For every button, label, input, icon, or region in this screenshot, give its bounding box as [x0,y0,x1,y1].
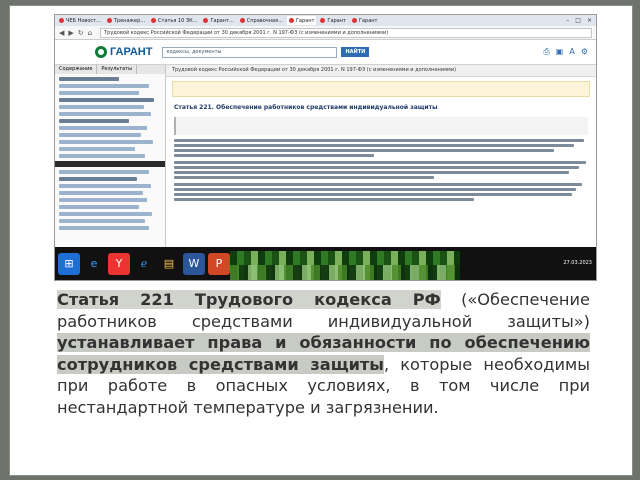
word-icon[interactable]: W [183,252,205,275]
toc-item[interactable] [59,119,129,123]
toc-item[interactable] [59,112,151,116]
garant-logo-icon [95,46,107,58]
taskbar-clock: 27.03.2023 [563,260,596,267]
info-box [172,81,590,97]
toc-item[interactable] [59,140,153,144]
toc-item[interactable] [59,198,147,202]
tab-results[interactable]: Результаты [97,65,138,74]
toc-item[interactable] [59,98,154,102]
document-header: Трудовой кодекс Российской Федерации от … [166,65,596,77]
garant-logo[interactable]: ГАРАНТ [95,46,152,58]
toc-item[interactable] [59,77,119,81]
toc-item[interactable] [59,205,139,209]
browser-tab[interactable]: ЧЕБ Новост... [57,16,103,25]
yandex-icon[interactable]: Y [108,252,130,275]
favicon-icon [106,18,112,23]
browser-tab[interactable]: Тренажер... [105,16,147,25]
back-icon[interactable]: ◀ [59,29,64,37]
browser-tab[interactable]: Гарант [318,16,348,25]
save-icon[interactable]: ▣ [556,47,564,57]
home-icon[interactable]: ⌂ [88,29,92,37]
caption-article: Статья 221 Трудового кодекса РФ [57,290,441,309]
toc-item[interactable] [59,226,149,230]
slide: ЧЕБ Новост... Тренажер... Статья 10 ЗК..… [9,5,633,476]
garant-logo-text: ГАРАНТ [110,46,153,58]
maximize-button[interactable]: □ [575,17,581,24]
print-icon[interactable]: ⎙ [543,47,549,57]
favicon-icon [320,18,326,23]
close-button[interactable]: × [587,17,592,24]
browser-tab[interactable]: Справочная... [238,16,285,25]
article-title: Статья 221. Обеспечение работников средс… [174,104,438,111]
ie-icon[interactable]: e [83,253,105,275]
tab-contents[interactable]: Содержание [55,65,98,74]
toc-item[interactable] [59,126,147,130]
favicon-icon [351,18,357,23]
favicon-icon [203,18,209,23]
toc-item[interactable] [59,133,141,137]
article-note [174,117,588,135]
minimize-button[interactable]: – [566,17,569,24]
nav-buttons: ◀ ▶ ↻ ⌂ [55,29,96,37]
edge-icon[interactable]: ℯ [133,253,155,275]
browser-tab-bar: ЧЕБ Новост... Тренажер... Статья 10 ЗК..… [55,15,596,26]
favicon-icon [151,18,157,23]
explorer-icon[interactable]: ▤ [158,253,180,275]
toc-item[interactable] [59,219,145,223]
toc-item[interactable] [59,212,152,216]
screenshot-image: ЧЕБ Новост... Тренажер... Статья 10 ЗК..… [54,14,597,281]
browser-tab[interactable]: Гарант [350,16,380,25]
browser-tab[interactable]: Гарант... [201,16,235,25]
favicon-icon [59,18,64,23]
toc-item[interactable] [59,184,151,188]
toolbar-icons: ⎙ ▣ A ⚙ [543,47,596,57]
browser-tab[interactable]: Статья 10 ЗК... [149,16,199,25]
toc-item-selected[interactable] [55,161,165,167]
taskbar-date: 27.03.2023 [563,260,592,266]
favicon-icon [288,18,294,23]
toc-item[interactable] [59,177,137,181]
toc-item[interactable] [59,84,149,88]
article-paragraph [174,161,588,179]
font-icon[interactable]: A [569,47,574,57]
sidebar-tabs: Содержание Результаты [55,65,165,74]
toc-item[interactable] [59,91,139,95]
toc-item[interactable] [59,154,145,158]
toc-item[interactable] [59,170,149,174]
search-input[interactable]: кодексы, документы [162,46,338,58]
url-field[interactable]: Трудовой кодекс Российской Федерации от … [100,27,592,38]
toc-item[interactable] [59,105,144,109]
windows-start-icon[interactable]: ⊞ [58,252,80,275]
pixelated-area [230,265,460,280]
powerpoint-icon[interactable]: P [208,252,230,275]
window-controls: – □ × [566,17,596,24]
toc-item[interactable] [59,147,135,151]
favicon-icon [239,18,245,23]
toc-item[interactable] [59,191,143,195]
refresh-icon[interactable]: ↻ [78,29,84,37]
address-bar: ◀ ▶ ↻ ⌂ Трудовой кодекс Российской Федер… [55,26,596,40]
article-paragraph [174,139,588,157]
settings-icon[interactable]: ⚙ [581,47,588,57]
garant-toolbar: ГАРАНТ кодексы, документы НАЙТИ ⎙ ▣ A ⚙ [55,40,596,65]
slide-caption: Статья 221 Трудового кодекса РФ («Обеспе… [57,289,590,418]
article-paragraph [174,183,588,201]
forward-icon[interactable]: ▶ [68,29,73,37]
find-button[interactable]: НАЙТИ [341,47,370,57]
browser-tab-active[interactable]: Гарант [286,16,317,25]
